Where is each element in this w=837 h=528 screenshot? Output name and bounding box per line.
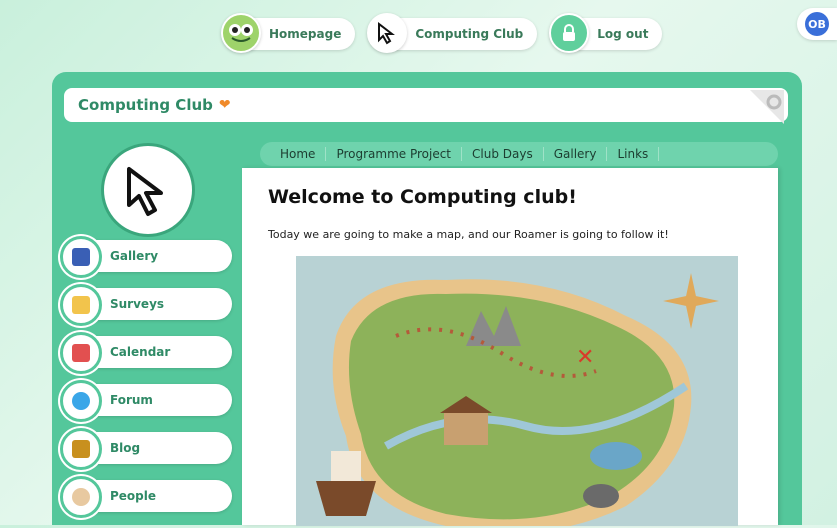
brand-badge: OB	[805, 12, 829, 36]
sidebar-item-label: Calendar	[110, 345, 171, 359]
brand-logo[interactable]: OB	[797, 8, 837, 40]
computing-club-label: Computing Club	[415, 27, 524, 41]
sidebar-item-label: Surveys	[110, 297, 165, 311]
sidebar-item-surveys[interactable]: Surveys	[60, 284, 232, 326]
content-intro: Today we are going to make a map, and ou…	[268, 228, 669, 241]
tab-home[interactable]: Home	[270, 147, 327, 161]
main-panel: Computing Club ❤ Gallery Surveys Calenda…	[52, 72, 802, 528]
sidebar-item-label: Forum	[110, 393, 153, 407]
tab-bar: Home Programme Project Club Days Gallery…	[260, 142, 778, 166]
sidebar-item-label: People	[110, 489, 157, 503]
sidebar-item-blog[interactable]: Blog	[60, 428, 232, 470]
homepage-button[interactable]: Homepage	[221, 13, 356, 53]
computing-club-button[interactable]: Computing Club	[367, 13, 538, 53]
page-title: Computing Club	[78, 96, 213, 114]
content-heading: Welcome to Computing club!	[268, 186, 577, 208]
tab-programme-project[interactable]: Programme Project	[326, 147, 463, 161]
cursor-arrow-icon	[367, 13, 408, 53]
calendar-icon	[60, 332, 102, 374]
club-logo	[104, 146, 192, 234]
sidebar-item-gallery[interactable]: Gallery	[60, 236, 232, 278]
sidebar-item-calendar[interactable]: Calendar	[60, 332, 232, 374]
sidebar: Gallery Surveys Calendar Forum Blog Peop…	[60, 236, 232, 528]
sidebar-item-label: Gallery	[110, 249, 159, 263]
heart-icon[interactable]: ❤	[219, 97, 231, 113]
svg-text:✕: ✕	[576, 345, 594, 370]
logout-button[interactable]: Log out	[549, 13, 663, 53]
frog-icon	[221, 13, 261, 53]
sidebar-item-label: Blog	[110, 441, 141, 455]
tab-club-days[interactable]: Club Days	[462, 147, 544, 161]
cursor-arrow-icon	[127, 167, 163, 216]
gallery-icon	[60, 236, 102, 278]
sidebar-item-people[interactable]: People	[60, 476, 232, 518]
page-title-bar: Computing Club ❤	[64, 88, 788, 124]
treasure-map-image: ✕	[296, 256, 738, 526]
forum-icon	[60, 380, 102, 422]
content-area: Welcome to Computing club! Today we are …	[242, 168, 778, 526]
sidebar-item-forum[interactable]: Forum	[60, 380, 232, 422]
compass-rose-icon	[663, 273, 719, 329]
top-navigation: Homepage Computing Club Log out	[221, 13, 663, 53]
surveys-icon	[60, 284, 102, 326]
homepage-label: Homepage	[269, 27, 342, 41]
lock-icon	[549, 13, 590, 53]
logout-label: Log out	[597, 27, 649, 41]
people-icon	[60, 476, 102, 518]
tab-links[interactable]: Links	[607, 147, 660, 161]
gear-icon[interactable]	[750, 90, 784, 124]
tab-gallery[interactable]: Gallery	[544, 147, 608, 161]
blog-icon	[60, 428, 102, 470]
